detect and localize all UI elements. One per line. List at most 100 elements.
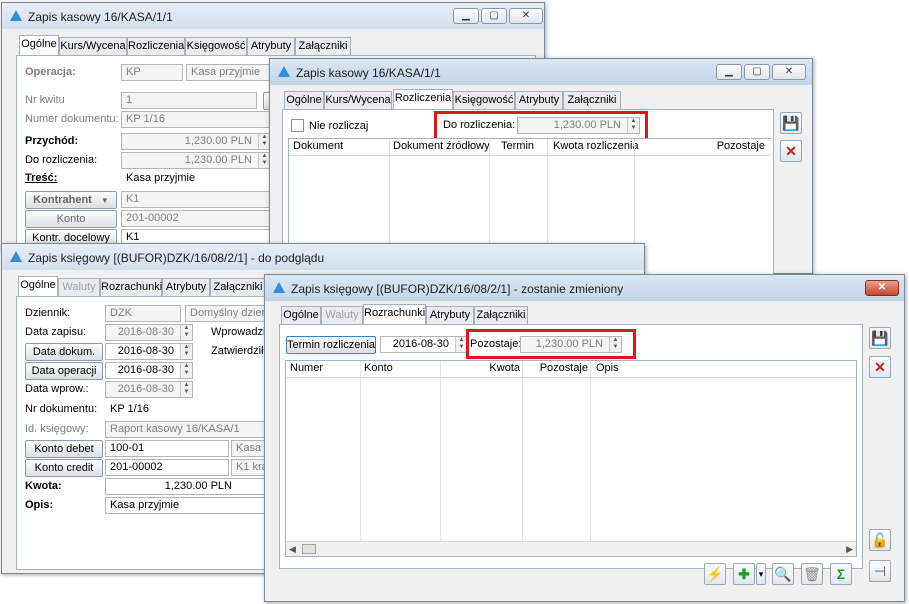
floppy-disk-icon: 💾 (782, 115, 800, 131)
dziennik-desc-field[interactable]: Domyślny dzienni (185, 305, 267, 322)
col-konto[interactable]: Konto (364, 361, 393, 377)
add-dropdown-button[interactable]: ▾ (756, 563, 766, 585)
przychod-field[interactable]: 1,230.00 PLN ▲ ▼ (121, 133, 271, 150)
nie-rozliczaj-checkbox[interactable] (291, 119, 304, 132)
nr-dokumentu-field[interactable]: KP 1/16 (105, 401, 267, 418)
operacja-desc-field[interactable]: Kasa przyjmie (186, 64, 276, 81)
konto-credit-field[interactable]: 201-00002 (105, 459, 229, 476)
konto-debet-desc-field[interactable]: Kasa s (231, 440, 267, 457)
save-button[interactable]: 💾 (780, 112, 802, 134)
auto-settle-button[interactable]: ⚡ (704, 563, 726, 585)
tab-rozliczenia[interactable]: Rozliczenia (127, 37, 185, 55)
spin-icon[interactable]: ▲ ▼ (180, 344, 192, 359)
tab-kurs-wycena[interactable]: Kurs/Wycena (59, 37, 127, 55)
close-button[interactable]: ✕ (772, 64, 806, 80)
tab-atrybuty[interactable]: Atrybuty (515, 91, 563, 109)
col-kwota-rozliczenia[interactable]: Kwota rozliczenia (553, 139, 639, 155)
konto-credit-desc-field[interactable]: K1 kra (231, 459, 267, 476)
tab-atrybuty[interactable]: Atrybuty (426, 306, 474, 324)
sum-button[interactable]: Σ (830, 563, 852, 585)
tab-atrybuty[interactable]: Atrybuty (247, 37, 295, 55)
id-ksiegowy-field[interactable]: Raport kasowy 16/KASA/1 (105, 421, 267, 438)
horizontal-scrollbar[interactable]: ◀ ▶ (286, 541, 856, 556)
delete-button[interactable]: 🗑 (801, 563, 823, 585)
tab-ksiegowosc[interactable]: Księgowość (185, 37, 247, 55)
cancel-button[interactable]: ✕ (869, 356, 891, 378)
cancel-button[interactable]: ✕ (780, 140, 802, 162)
ledger-entry-window-modified: Zapis księgowy [(BUFOR)DZK/16/08/2/1] - … (264, 274, 905, 602)
minimize-button[interactable]: ▁ (453, 8, 479, 24)
spin-icon[interactable]: ▲ ▼ (180, 325, 192, 340)
opis-field[interactable]: Kasa przyjmie (105, 497, 267, 514)
tab-kurs-wycena[interactable]: Kurs/Wycena (324, 91, 392, 109)
col-pozostaje[interactable]: Pozostaje (526, 361, 588, 377)
tab-waluty[interactable]: Waluty (321, 306, 363, 324)
nr-kwitu-field[interactable]: 1 (121, 92, 257, 109)
scroll-right-icon[interactable]: ▶ (846, 544, 853, 555)
tab-rozrachunki[interactable]: Rozrachunki (100, 278, 162, 296)
pin-button[interactable]: ⊣ (869, 560, 891, 582)
title-bar[interactable]: Zapis kasowy 16/KASA/1/1 ▁ ▢ ✕ (270, 59, 812, 85)
tab-zalaczniki[interactable]: Załączniki (474, 306, 528, 324)
maximize-button[interactable]: ▢ (744, 64, 770, 80)
close-button[interactable]: ✕ (865, 280, 899, 296)
col-kwota[interactable]: Kwota (446, 361, 520, 377)
termin-field[interactable]: 2016-08-30 ▲ ▼ (380, 336, 468, 353)
konto-debet-field[interactable]: 100-01 (105, 440, 229, 457)
data-dokum-button[interactable]: Data dokum. (25, 343, 103, 361)
tab-ogolne[interactable]: Ogólne (284, 91, 324, 109)
settlements-grid[interactable]: Numer Konto Kwota Pozostaje Opis ◀ ▶ (285, 360, 857, 557)
numer-dokumentu-field[interactable]: KP 1/16 (121, 111, 271, 128)
do-rozliczenia-field[interactable]: 1,230.00 PLN ▲ ▼ (121, 152, 271, 169)
tab-rozliczenia[interactable]: Rozliczenia (393, 89, 453, 109)
tab-rozrachunki[interactable]: Rozrachunki (363, 304, 426, 324)
termin-rozliczenia-button[interactable]: Termin rozliczenia (286, 336, 376, 354)
col-opis[interactable]: Opis (596, 361, 619, 377)
tab-ogolne[interactable]: Ogólne (19, 35, 59, 55)
col-numer[interactable]: Numer (290, 361, 323, 377)
scroll-thumb[interactable] (302, 544, 316, 554)
data-operacji-button[interactable]: Data operacji (25, 362, 103, 380)
operacja-field[interactable]: KP (121, 64, 183, 81)
tab-ogolne[interactable]: Ogólne (18, 276, 58, 296)
spin-icon[interactable]: ▲ ▼ (180, 363, 192, 378)
konto-credit-button[interactable]: Konto credit (25, 459, 103, 477)
data-operacji-field[interactable]: 2016-08-30 ▲ ▼ (105, 362, 193, 379)
add-button[interactable]: ✚ (733, 563, 755, 585)
minimize-button[interactable]: ▁ (716, 64, 742, 80)
kontrahent-field[interactable]: K1 (121, 191, 271, 208)
title-bar[interactable]: Zapis kasowy 16/KASA/1/1 ▁ ▢ ✕ (2, 3, 544, 29)
window-title: Zapis księgowy [(BUFOR)DZK/16/08/2/1] - … (291, 282, 624, 296)
tab-ksiegowosc[interactable]: Księgowość (453, 91, 515, 109)
dziennik-field[interactable]: DZK (105, 305, 181, 322)
spin-icon[interactable]: ▲ ▼ (180, 382, 192, 397)
konto-field[interactable]: 201-00002 (121, 210, 271, 227)
tab-ogolne[interactable]: Ogólne (281, 306, 321, 324)
tab-zalaczniki[interactable]: Załączniki (295, 37, 351, 55)
col-dokument[interactable]: Dokument (293, 139, 343, 155)
tresc-field[interactable]: Kasa przyjmie (121, 170, 271, 187)
data-dokum-field[interactable]: 2016-08-30 ▲ ▼ (105, 343, 193, 360)
konto-button[interactable]: Konto (25, 210, 117, 228)
grid-header-divider (289, 155, 771, 156)
scroll-left-icon[interactable]: ◀ (289, 544, 296, 555)
data-wprow-field[interactable]: 2016-08-30 ▲ ▼ (105, 381, 193, 398)
tab-zalaczniki[interactable]: Załączniki (210, 278, 266, 296)
col-pozostaje[interactable]: Pozostaje (669, 139, 765, 155)
col-termin[interactable]: Termin (501, 139, 534, 155)
maximize-button[interactable]: ▢ (481, 8, 507, 24)
konto-debet-button[interactable]: Konto debet (25, 440, 103, 458)
lock-button[interactable]: 🔓 (869, 529, 891, 551)
view-button[interactable]: 🔍 (772, 563, 794, 585)
kontrahent-button[interactable]: Kontrahent ▼ (25, 191, 117, 209)
title-bar[interactable]: Zapis księgowy [(BUFOR)DZK/16/08/2/1] - … (265, 275, 904, 301)
close-button[interactable]: ✕ (509, 8, 543, 24)
data-zapisu-field[interactable]: 2016-08-30 ▲ ▼ (105, 324, 193, 341)
kwota-field[interactable]: 1,230.00 PLN (105, 478, 267, 495)
col-dokument-zrodlowy[interactable]: Dokument źródłowy (393, 139, 490, 155)
tab-waluty[interactable]: Waluty (58, 278, 100, 296)
tab-atrybuty[interactable]: Atrybuty (162, 278, 210, 296)
save-button[interactable]: 💾 (869, 327, 891, 349)
tab-zalaczniki[interactable]: Załączniki (563, 91, 621, 109)
title-bar[interactable]: Zapis księgowy [(BUFOR)DZK/16/08/2/1] - … (2, 244, 644, 270)
